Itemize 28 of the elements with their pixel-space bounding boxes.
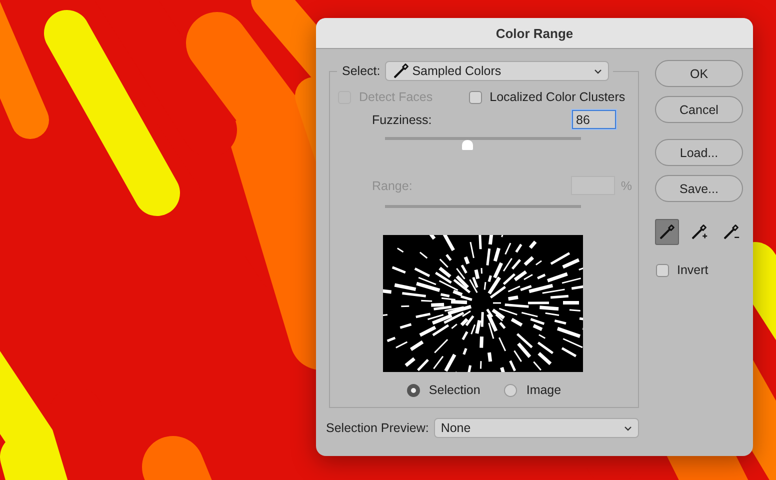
dialog-button[interactable]: Save... <box>655 175 743 202</box>
dialog-button[interactable]: OK <box>655 60 743 87</box>
selection-preview-label: Selection Preview: <box>326 421 429 435</box>
checkbox-label: Invert <box>677 263 708 277</box>
dialog-button[interactable]: Cancel <box>655 96 743 123</box>
checkbox[interactable] <box>468 90 482 104</box>
fuzziness-label: Fuzziness: <box>372 112 432 126</box>
eyedropper-icon <box>722 223 740 241</box>
dialog-button[interactable]: Load... <box>655 139 743 166</box>
checkbox[interactable] <box>656 264 669 276</box>
select-dropdown[interactable]: Sampled Colors <box>385 61 610 81</box>
radio-label: Image <box>526 383 562 397</box>
fuzziness-input[interactable]: 86 <box>572 110 616 129</box>
checkbox-label: Localized Color Clusters <box>490 90 626 104</box>
slider-thumb[interactable] <box>462 140 474 150</box>
select-label: Select: <box>342 64 380 78</box>
radio-button[interactable] <box>406 384 420 396</box>
eyedropper-icon <box>658 223 676 241</box>
eyedropper-icon <box>690 223 708 241</box>
eyedropper-tool[interactable] <box>655 219 680 245</box>
radio-button[interactable] <box>504 384 518 396</box>
eyedropper-icon <box>392 62 410 80</box>
percent-label: % <box>620 178 632 192</box>
selection-preview-dropdown[interactable]: None <box>434 418 639 438</box>
chevron-down-icon <box>624 426 632 430</box>
chevron-down-icon <box>594 68 602 74</box>
radio-label: Selection <box>428 383 480 397</box>
window-title: Color Range <box>496 26 574 40</box>
